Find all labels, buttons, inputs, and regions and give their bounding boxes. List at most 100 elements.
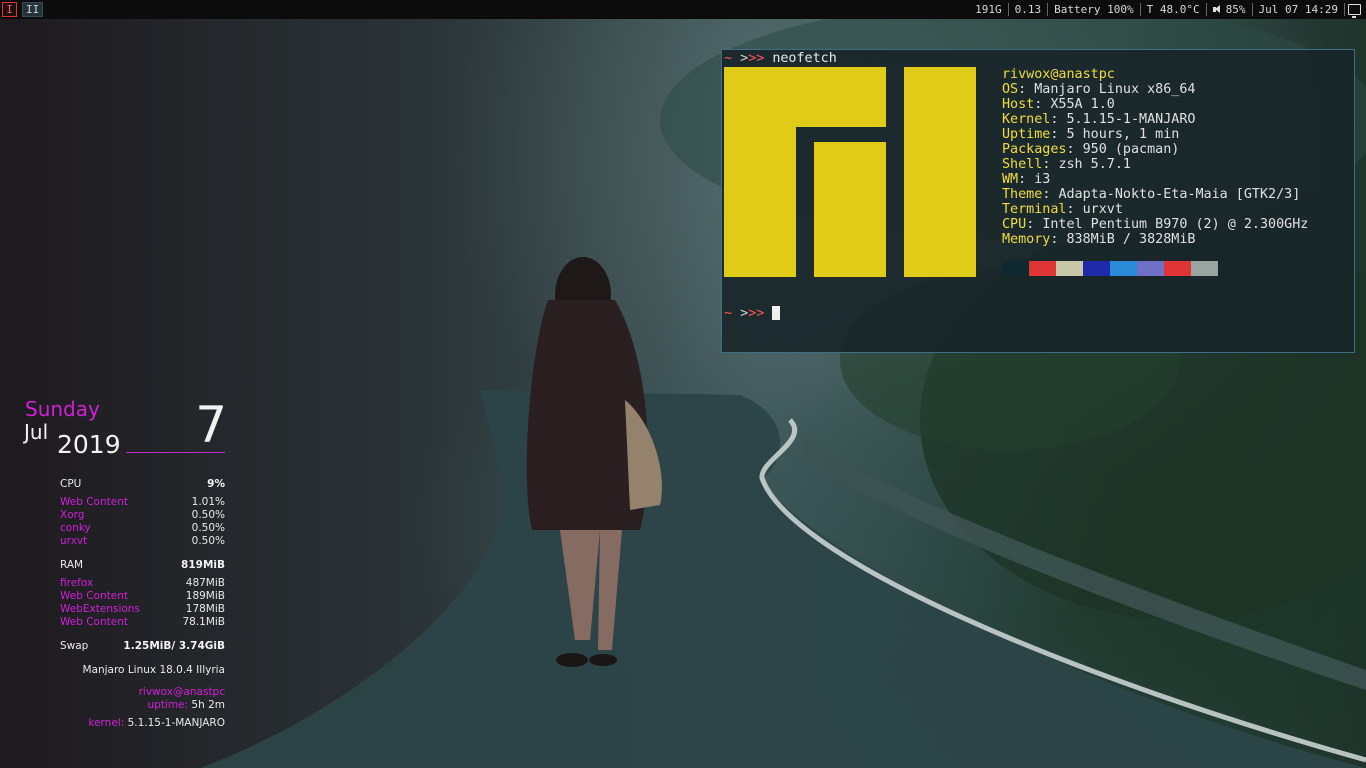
info-value: Manjaro Linux x86_64 <box>1034 82 1196 97</box>
process-row: Web Content 1.01% <box>60 496 225 509</box>
monitor-icon[interactable] <box>1348 4 1361 18</box>
process-value: 189MiB <box>185 590 225 602</box>
cpu-total: 9% <box>207 478 225 490</box>
system-stats: CPU 9% Web Content 1.01% Xorg 0.50% conky 0.… <box>60 478 225 730</box>
user-host: rivwox@anastpc <box>138 686 225 698</box>
process-value: 1.01% <box>191 496 225 508</box>
info-row: Uptime: 5 hours, 1 min <box>1002 127 1180 142</box>
disk-status: 191G <box>975 3 1002 16</box>
info-key: OS <box>1002 82 1019 97</box>
swap-label: Swap <box>60 640 89 652</box>
logo-block <box>814 142 886 277</box>
color-swatch <box>1029 261 1056 276</box>
process-name: Web Content <box>60 616 128 628</box>
color-palette <box>1002 261 1218 276</box>
info-key: Packages <box>1002 142 1067 157</box>
workspace-2-button[interactable]: II <box>22 2 44 17</box>
terminal-window[interactable]: ~ >>> neofetch rivwox@anastpc OS: Manjaro… <box>721 49 1355 353</box>
color-swatch <box>1110 261 1137 276</box>
distro-name: Manjaro Linux 18.0.4 Illyria <box>82 664 225 676</box>
logo-block <box>904 67 976 277</box>
datetime-status: Jul 07 14:29 <box>1258 3 1338 16</box>
color-swatch <box>1191 261 1218 276</box>
status-bar: 191G 0.13 Battery 100% T 48.0°C 85% Jul … <box>969 0 1366 19</box>
battery-status: Battery 100% <box>1054 3 1134 16</box>
info-row: Packages: 950 (pacman) <box>1002 142 1180 157</box>
volume-status[interactable]: 85% <box>1207 3 1252 16</box>
uptime-line: uptime: 5h 2m <box>60 699 225 712</box>
process-value: 178MiB <box>185 603 225 615</box>
info-row: Shell: zsh 5.7.1 <box>1002 157 1131 172</box>
userhost: rivwox@anastpc <box>1002 67 1115 82</box>
workspace-1-button[interactable]: I <box>2 2 17 17</box>
prompt-tilde: ~ <box>724 306 733 321</box>
info-row: Memory: 838MiB / 3828MiB <box>1002 232 1196 247</box>
info-row: CPU: Intel Pentium B970 (2) @ 2.300GHz <box>1002 217 1309 232</box>
info-value: Adapta-Nokto-Eta-Maia [GTK2/3] <box>1058 187 1301 202</box>
day-number: 7 <box>195 396 227 454</box>
walking-figure <box>526 257 662 667</box>
cpu-total-row: CPU 9% <box>60 478 225 491</box>
uptime-label: uptime: <box>147 699 189 711</box>
process-value: 0.50% <box>191 522 225 534</box>
info-row: WM: i3 <box>1002 172 1051 187</box>
process-row: Web Content 78.1MiB <box>60 616 225 629</box>
kernel-label: kernel: <box>88 717 125 729</box>
load-status: 0.13 <box>1014 3 1042 16</box>
color-swatch <box>1056 261 1083 276</box>
process-name: Xorg <box>60 509 85 521</box>
info-key: Shell <box>1002 157 1043 172</box>
process-row: urxvt 0.50% <box>60 535 225 548</box>
prompt-arrow-dim: > <box>740 51 749 66</box>
info-value: 838MiB / 3828MiB <box>1066 232 1196 247</box>
prompt-tilde: ~ <box>724 51 733 66</box>
process-row: Xorg 0.50% <box>60 509 225 522</box>
info-value: Intel Pentium B970 (2) @ 2.300GHz <box>1042 217 1309 232</box>
info-row: Host: X55A 1.0 <box>1002 97 1115 112</box>
color-swatch <box>1083 261 1110 276</box>
prompt-line-active[interactable]: ~ >>> <box>724 306 781 321</box>
process-value: 78.1MiB <box>182 616 225 628</box>
ram-total-row: RAM 819MiB <box>60 559 225 572</box>
logo-block <box>724 127 796 277</box>
info-key: Theme <box>1002 187 1043 202</box>
command-text: neofetch <box>772 51 837 66</box>
color-swatch <box>1164 261 1191 276</box>
temperature-status: T 48.0°C <box>1146 3 1200 16</box>
year-label: 2019 <box>57 430 121 459</box>
speaker-icon <box>1212 5 1223 14</box>
divider <box>1344 3 1345 16</box>
process-name: Web Content <box>60 496 128 508</box>
kernel-value: 5.1.15-1-MANJARO <box>127 717 225 729</box>
process-value: 487MiB <box>185 577 225 589</box>
process-name: firefox <box>60 577 94 589</box>
weekday-label: Sunday <box>25 397 100 421</box>
color-swatch <box>1137 261 1164 276</box>
process-row: conky 0.50% <box>60 522 225 535</box>
divider <box>126 452 225 453</box>
process-row: firefox 487MiB <box>60 577 225 590</box>
uptime-value: 5h 2m <box>191 699 225 711</box>
process-name: WebExtensions <box>60 603 140 615</box>
user-line: rivwox@anastpc <box>60 686 225 699</box>
logo-block <box>724 67 886 127</box>
prompt-arrow-red: >> <box>748 306 765 321</box>
info-key: Memory <box>1002 232 1051 247</box>
sysinfo-panel: rivwox@anastpc OS: Manjaro Linux x86_64 … <box>1002 67 1308 247</box>
prompt-arrow-red: >> <box>748 51 765 66</box>
process-value: 0.50% <box>191 509 225 521</box>
text-cursor <box>772 306 781 320</box>
distro-label: Manjaro Linux 18.0.4 Illyria <box>60 664 225 677</box>
process-value: 0.50% <box>191 535 225 547</box>
info-row: Kernel: 5.1.15-1-MANJARO <box>1002 112 1196 127</box>
process-name: Web Content <box>60 590 128 602</box>
info-row: OS: Manjaro Linux x86_64 <box>1002 82 1196 97</box>
cpu-label: CPU <box>60 478 82 490</box>
info-value: 5 hours, 1 min <box>1066 127 1180 142</box>
process-name: urxvt <box>60 535 88 547</box>
kernel-line: kernel: 5.1.15-1-MANJARO <box>60 717 225 730</box>
info-key: Terminal <box>1002 202 1067 217</box>
info-value: 950 (pacman) <box>1082 142 1180 157</box>
info-value: 5.1.15-1-MANJARO <box>1066 112 1196 127</box>
info-value: urxvt <box>1082 202 1123 217</box>
